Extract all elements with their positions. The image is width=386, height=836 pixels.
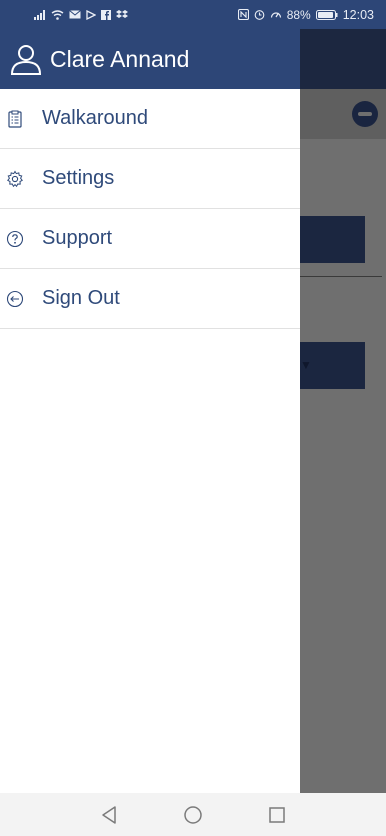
menu-item-label: Support [42,227,113,249]
nfc-icon [237,9,249,20]
wifi-icon [51,9,64,20]
background-button: ▼ [300,342,365,389]
facebook-icon [101,9,111,20]
status-bar: 88% 12:03 [0,0,386,29]
help-icon [6,230,24,247]
user-name: Clare Annand [50,45,190,72]
recents-icon [269,806,285,823]
menu-item-label: Walkaround [42,107,148,129]
play-icon [86,9,96,20]
chevron-down-icon: ▼ [300,358,312,372]
back-button[interactable] [98,804,120,826]
battery-icon [315,9,338,20]
remove-icon [352,101,378,127]
menu-item-sign-out[interactable]: Sign Out [0,269,300,329]
clock: 12:03 [342,7,374,22]
system-navigation-bar [0,793,386,836]
background-app-header [300,29,386,89]
drawer-header: Clare Annand [0,29,300,89]
recents-button[interactable] [266,804,288,826]
menu-item-support[interactable]: Support [0,209,300,269]
clipboard-icon [8,110,22,128]
background-divider [300,276,382,277]
speed-icon [270,12,281,18]
status-left-icons [34,9,128,20]
menu-item-label: Settings [42,167,115,189]
battery-percent: 88% [286,7,311,22]
menu-item-settings[interactable]: Settings [0,149,300,209]
home-icon [184,805,202,824]
gear-icon [7,170,23,187]
signal-icon [34,9,45,20]
back-icon [102,805,116,824]
menu-item-label: Sign Out [42,287,120,309]
status-right-icons: 88% 12:03 [237,7,374,22]
dropbox-icon [116,9,128,18]
mail-icon [69,10,81,19]
background-button [300,216,365,263]
home-button[interactable] [182,804,204,826]
alarm-icon [254,10,265,20]
navigation-drawer: Clare Annand Walkaround Settings Support… [0,29,300,793]
sign-out-icon [6,290,24,307]
user-icon [10,45,42,75]
menu-item-walkaround[interactable]: Walkaround [0,89,300,149]
